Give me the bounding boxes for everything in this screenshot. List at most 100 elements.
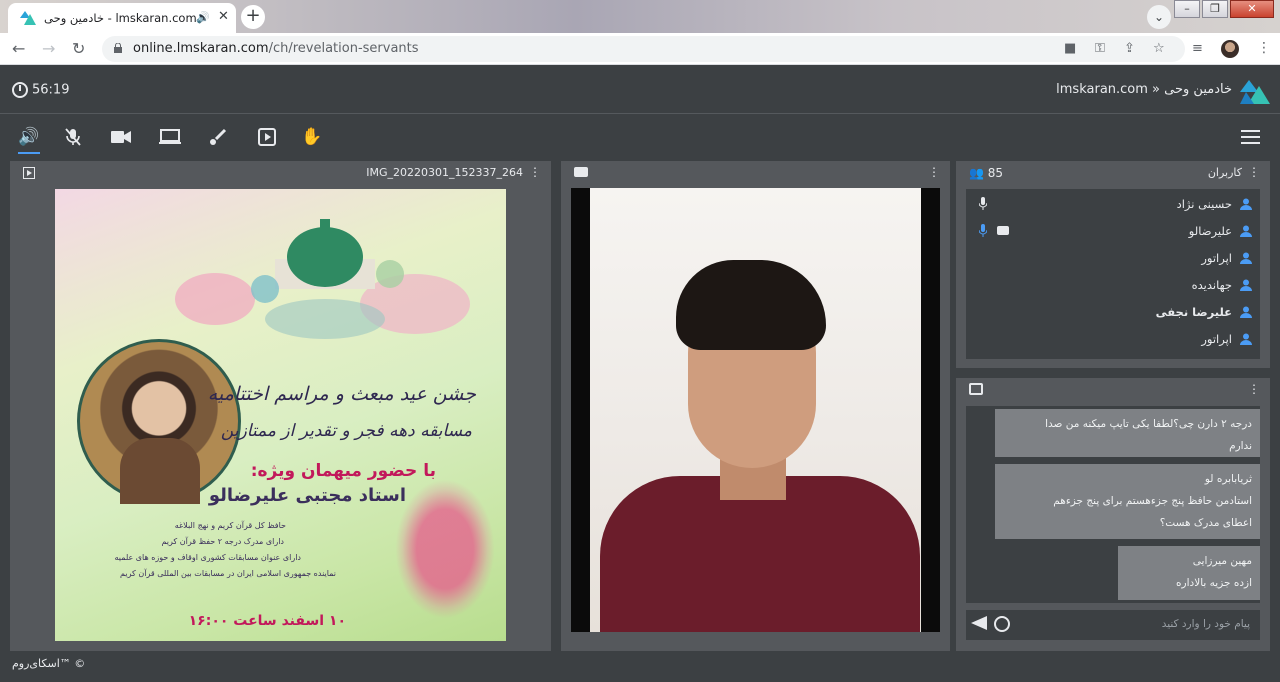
user-row[interactable]: علیرضا نجفی xyxy=(966,300,1260,326)
webcam-video xyxy=(571,188,940,632)
url-domain: online.lmskaran.com xyxy=(133,41,269,56)
user-icon xyxy=(1240,252,1252,264)
browser-tab[interactable]: خادمین وحی - lmskaran.com 🔊 ✕ xyxy=(8,3,236,33)
poster-line-6: دارای مدرک درجه ۲ حفظ قرآن کریم xyxy=(161,537,284,546)
chat-options-icon[interactable]: ⋮ xyxy=(1248,382,1260,396)
chat-message: مهین میرزایی ازده جزیه بالاداره xyxy=(1118,546,1260,600)
presentation-icon xyxy=(23,167,35,179)
guest-portrait xyxy=(77,339,241,504)
key-icon[interactable]: ⚿ xyxy=(1095,41,1105,56)
clock-icon xyxy=(12,82,28,98)
tab-close-icon[interactable]: ✕ xyxy=(218,9,229,24)
person-hair xyxy=(676,260,826,350)
app-header: 56:19 lmskaran.com » خادمین وحی xyxy=(0,66,1280,114)
lock-icon xyxy=(114,43,122,53)
users-list: حسینی نژاد علیرضالو اپراتور جهاندیده علیرضا … xyxy=(966,189,1260,359)
user-row[interactable]: اپراتور xyxy=(966,246,1260,272)
bookmark-star-icon[interactable]: ☆ xyxy=(1153,41,1165,56)
address-bar: ← → ↻ online.lmskaran.com/ch/revelation-… xyxy=(0,33,1280,65)
media-play-icon[interactable] xyxy=(254,126,280,148)
room-breadcrumb: lmskaran.com » خادمین وحی xyxy=(1056,82,1232,97)
raise-hand-icon[interactable]: ✋ xyxy=(299,126,325,148)
profile-avatar[interactable] xyxy=(1221,40,1239,58)
forward-arrow-icon[interactable]: → xyxy=(42,39,55,58)
users-count-value: 85 xyxy=(987,166,1004,180)
screen-share-icon[interactable] xyxy=(157,126,183,148)
poster-line-2: مسابقه دهه فجر و تقدیر از ممتازین xyxy=(220,421,472,441)
calligraphy-artwork xyxy=(395,479,495,619)
users-panel: 👥 85 کاربران ⋮ حسینی نژاد علیرضالو اپراتور… xyxy=(956,161,1270,368)
presentation-panel: IMG_20220301_152337_264 ⋮ جشن عید مبعث و… xyxy=(10,161,551,651)
webcam-frame xyxy=(590,188,921,632)
timer-value: 56:19 xyxy=(32,82,70,98)
video-camera-icon xyxy=(574,167,588,177)
minimize-button[interactable]: – xyxy=(1174,0,1200,18)
chat-message-line: درجه ۲ دارن چی؟لطفا یکی تایپ میکنه من صد… xyxy=(1045,418,1252,430)
user-row[interactable]: حسینی نژاد xyxy=(966,192,1260,218)
chat-message-sender: ثریابابره لو xyxy=(1204,473,1252,485)
room-toolbar: 🔊 ✋ xyxy=(0,114,1280,160)
user-row[interactable]: اپراتور xyxy=(966,327,1260,353)
chat-message: ثریابابره لو استادمن حافظ پنج جزءهستم بر… xyxy=(995,464,1260,539)
user-name: علیرضالو xyxy=(1188,224,1232,238)
chat-message-line: اعطای مدرک هست؟ xyxy=(1159,517,1252,529)
chat-message-line: استادمن حافظ پنج جزءهستم برای پنج جزءهم xyxy=(1053,495,1252,507)
users-group-icon: 👥 xyxy=(969,166,984,180)
camera-icon[interactable] xyxy=(108,126,134,148)
chat-header: ⋮ xyxy=(956,378,1270,400)
url-omnibox[interactable]: online.lmskaran.com/ch/revelation-servan… xyxy=(102,36,1185,62)
poster-guest-name: استاد مجتبی علیرضالو xyxy=(208,485,406,506)
users-options-icon[interactable]: ⋮ xyxy=(1248,165,1260,179)
emoji-icon[interactable] xyxy=(994,616,1010,632)
user-icon xyxy=(1240,198,1252,210)
presentation-filename: IMG_20220301_152337_264 xyxy=(366,166,523,179)
user-name: حسینی نژاد xyxy=(1176,197,1232,211)
camera-in-use-icon[interactable]: ■ xyxy=(1064,41,1076,56)
webcam-panel: ⋮ xyxy=(561,161,950,651)
users-label: کاربران xyxy=(1207,166,1242,179)
chat-input[interactable]: پیام خود را وارد کنید xyxy=(966,610,1260,640)
poster-line-5: حافظ کل قرآن کریم و نهج البلاغه xyxy=(174,521,286,530)
user-icon xyxy=(1240,306,1252,318)
footer-brand: اسکای‌روم™ © xyxy=(12,657,86,670)
window-controls: – ❐ ✕ xyxy=(1172,0,1274,20)
presentation-options-icon[interactable]: ⋮ xyxy=(529,165,541,179)
close-window-button[interactable]: ✕ xyxy=(1230,0,1274,18)
url-path: /ch/revelation-servants xyxy=(268,41,419,56)
user-name: اپراتور xyxy=(1201,251,1232,265)
maximize-button[interactable]: ❐ xyxy=(1202,0,1228,18)
browser-menu-icon[interactable]: ⋮ xyxy=(1257,40,1271,56)
speaker-icon[interactable]: 🔊 xyxy=(16,126,42,154)
user-name: علیرضا نجفی xyxy=(1155,305,1232,319)
user-camera-icon xyxy=(997,226,1009,235)
reading-list-icon[interactable]: ≡ xyxy=(1192,41,1203,56)
tab-title: خادمین وحی - lmskaran.com xyxy=(44,11,197,25)
chat-message-line: ندارم xyxy=(1229,440,1252,452)
send-icon[interactable] xyxy=(971,616,987,630)
user-icon xyxy=(1240,333,1252,345)
user-row[interactable]: جهاندیده xyxy=(966,273,1260,299)
users-header: 👥 85 کاربران ⋮ xyxy=(956,161,1270,183)
user-name: جهاندیده xyxy=(1191,278,1232,292)
tab-audio-icon[interactable]: 🔊 xyxy=(196,11,210,24)
webcam-options-icon[interactable]: ⋮ xyxy=(928,165,940,179)
user-name: اپراتور xyxy=(1201,332,1232,346)
dome-flowers-artwork xyxy=(175,219,470,339)
poster-date: ۱۰ اسفند ساعت ۱۶:۰۰ xyxy=(188,613,346,629)
chat-icon xyxy=(969,383,983,395)
hamburger-menu-icon[interactable] xyxy=(1241,130,1260,144)
user-icon xyxy=(1240,279,1252,291)
mic-muted-icon[interactable] xyxy=(60,126,86,148)
poster-line-8: نماینده جمهوری اسلامی ایران در مسابقات ب… xyxy=(120,569,336,578)
user-row[interactable]: علیرضالو xyxy=(966,219,1260,245)
share-icon[interactable]: ⇪ xyxy=(1124,41,1135,56)
chat-messages: درجه ۲ دارن چی؟لطفا یکی تایپ میکنه من صد… xyxy=(966,406,1260,603)
chat-panel: ⋮ درجه ۲ دارن چی؟لطفا یکی تایپ میکنه من … xyxy=(956,378,1270,651)
back-arrow-icon[interactable]: ← xyxy=(12,39,25,58)
new-tab-button[interactable]: + xyxy=(241,5,265,29)
brush-icon[interactable] xyxy=(205,126,231,148)
tab-search-button[interactable]: ⌄ xyxy=(1147,5,1171,29)
reload-icon[interactable]: ↻ xyxy=(72,39,85,58)
poster-line-3: با حضور میهمان ویژه: xyxy=(250,461,436,481)
lmskaran-logo-icon xyxy=(1240,80,1270,104)
